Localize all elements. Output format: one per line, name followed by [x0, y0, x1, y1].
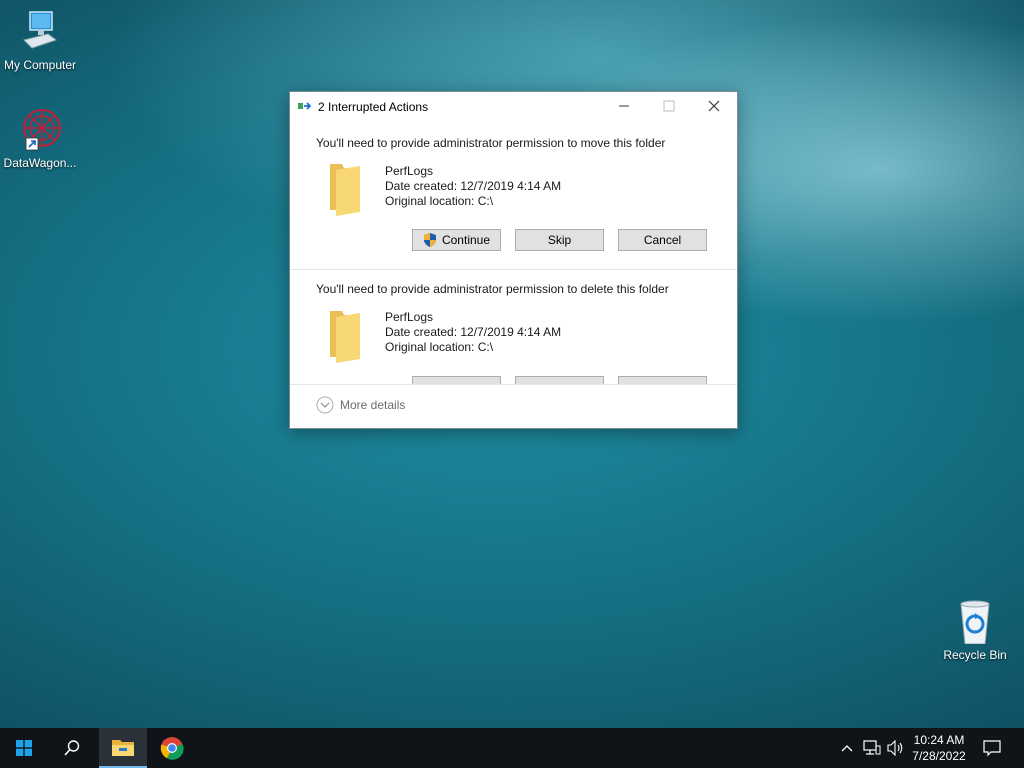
action-section-move: You'll need to provide administrator per…	[290, 120, 737, 269]
folder-info: PerfLogs Date created: 12/7/2019 4:14 AM…	[385, 164, 561, 209]
cancel-button-partial[interactable]	[618, 376, 707, 384]
folder-date-created: Date created: 12/7/2019 4:14 AM	[385, 179, 562, 193]
folder-info: PerfLogs Date created: 12/7/2019 4:14 AM…	[385, 310, 561, 355]
chrome-icon	[160, 736, 184, 760]
network-icon	[863, 740, 881, 756]
show-hidden-icons-button[interactable]	[836, 728, 858, 768]
more-details-label: More details	[340, 398, 406, 412]
action-message: You'll need to provide administrator per…	[316, 282, 669, 296]
chevron-down-icon	[316, 396, 334, 414]
more-details-toggle[interactable]: More details	[316, 396, 405, 414]
recycle-bin-icon	[953, 600, 997, 645]
datawagon-icon	[18, 108, 62, 152]
folder-icon	[328, 160, 362, 216]
folder-name: PerfLogs	[385, 164, 434, 178]
dialog-title: 2 Interrupted Actions	[318, 100, 429, 114]
taskbar-file-explorer[interactable]	[99, 728, 147, 768]
computer-icon	[18, 10, 62, 54]
desktop-icon-label: DataWagon...	[3, 156, 77, 170]
cancel-button[interactable]: Cancel	[618, 229, 707, 251]
folder-original-location: Original location: C:\	[385, 194, 494, 208]
skip-button-partial[interactable]	[515, 376, 604, 384]
volume-button[interactable]	[884, 728, 908, 768]
notification-icon	[983, 739, 1001, 757]
folder-original-location: Original location: C:\	[385, 340, 494, 354]
windows-logo-icon	[16, 740, 32, 756]
search-button[interactable]	[48, 728, 96, 768]
desktop-icon-label: My Computer	[3, 58, 77, 72]
start-button[interactable]	[0, 728, 48, 768]
action-section-delete: You'll need to provide administrator per…	[290, 270, 737, 384]
maximize-button[interactable]	[646, 92, 691, 120]
clock-date: 7/28/2022	[912, 749, 966, 763]
uac-shield-icon	[423, 233, 437, 247]
desktop-icon-recycle-bin[interactable]: Recycle Bin	[935, 600, 1015, 662]
desktop-icon-my-computer[interactable]: My Computer	[0, 10, 80, 72]
interrupted-actions-dialog: 2 Interrupted Actions You'll need to pro…	[289, 91, 738, 429]
action-message: You'll need to provide administrator per…	[316, 136, 666, 150]
taskbar: 10:24 AM 7/28/2022	[0, 728, 1024, 768]
chevron-up-icon	[841, 744, 853, 752]
desktop-icon-label: Recycle Bin	[943, 648, 1007, 662]
file-explorer-icon	[111, 737, 135, 757]
folder-date-created: Date created: 12/7/2019 4:14 AM	[385, 325, 562, 339]
file-move-icon	[298, 101, 312, 111]
desktop-icon-datawagon[interactable]: DataWagon...	[0, 108, 80, 170]
network-button[interactable]	[860, 728, 884, 768]
minimize-button[interactable]	[601, 92, 646, 120]
continue-button-partial[interactable]	[412, 376, 501, 384]
continue-button[interactable]: Continue	[412, 229, 501, 251]
search-icon	[63, 739, 81, 757]
continue-label: Continue	[441, 233, 491, 247]
folder-name: PerfLogs	[385, 310, 434, 324]
folder-icon	[328, 307, 362, 363]
speaker-icon	[887, 740, 905, 756]
footer-divider	[290, 384, 737, 385]
clock-time: 10:24 AM	[913, 733, 965, 747]
close-button[interactable]	[691, 92, 736, 120]
skip-button[interactable]: Skip	[515, 229, 604, 251]
action-center-button[interactable]	[976, 728, 1008, 768]
taskbar-chrome[interactable]	[148, 728, 196, 768]
clock[interactable]: 10:24 AM 7/28/2022	[910, 728, 968, 768]
dialog-titlebar[interactable]: 2 Interrupted Actions	[290, 92, 737, 120]
